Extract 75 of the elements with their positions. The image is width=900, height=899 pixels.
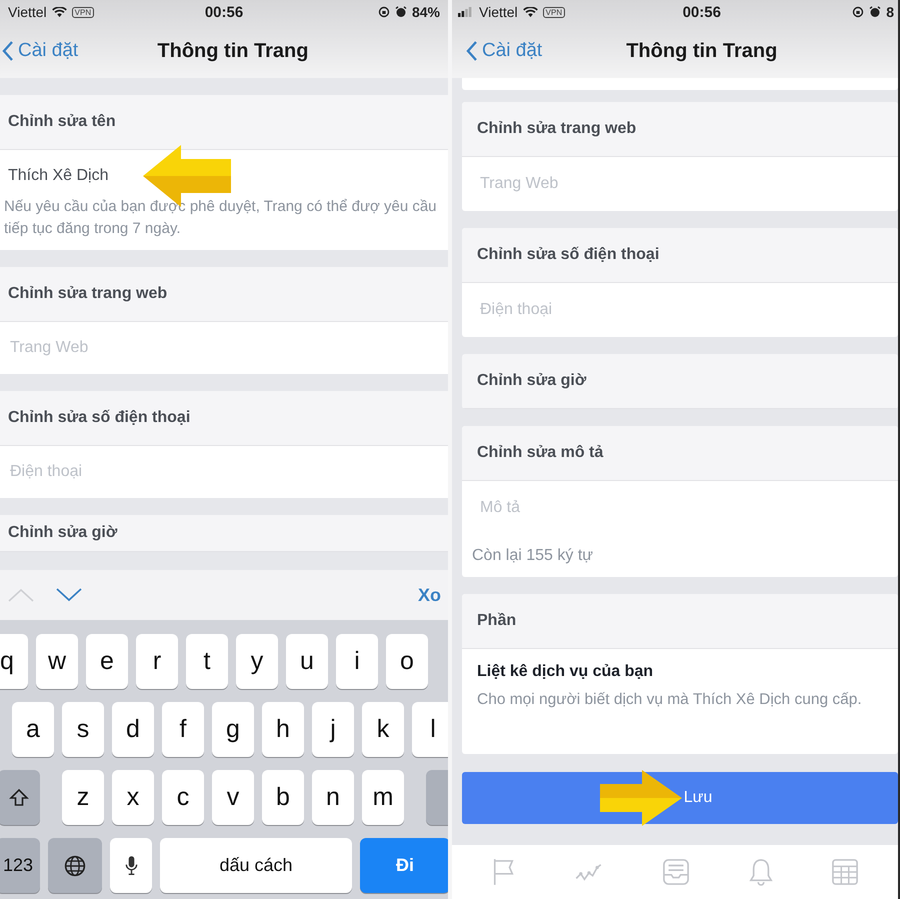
go-key[interactable]: Đi: [360, 838, 448, 893]
help-text: Nếu yêu cầu của bạn được phê duyệt, Trang có thể đượ yêu cầu tiếp tục đăng trong 7 ngày.: [3, 197, 438, 239]
battery-percent: 84%: [412, 4, 440, 20]
shift-icon: [9, 788, 29, 808]
save-button[interactable]: Lưu: [462, 772, 898, 824]
rotation-lock-icon: [852, 6, 864, 18]
signal-icon: [458, 7, 474, 17]
character-counter: Còn lại 155 ký tự: [471, 546, 594, 566]
keyboard-key[interactable]: q: [0, 634, 28, 689]
keyboard-key[interactable]: b: [262, 770, 304, 825]
back-chevron-icon: [2, 41, 14, 61]
services-description: Cho mọi người biết dịch vụ mà Thích Xê Dịch cung cấp.: [477, 690, 863, 710]
alarm-icon: [869, 6, 882, 18]
section-header: Phần: [462, 594, 898, 649]
section-header: Chỉnh sửa giờ: [0, 515, 448, 552]
keyboard-key[interactable]: j: [312, 702, 354, 757]
section-header: Chỉnh sửa số điện thoại: [0, 391, 448, 446]
page-title: Thông tin Trang: [157, 40, 308, 62]
carrier-name: Viettel: [8, 4, 47, 20]
wifi-icon: [52, 6, 67, 18]
shift-key[interactable]: [0, 770, 40, 825]
keyboard-key[interactable]: r: [136, 634, 178, 689]
keyboard-key[interactable]: l: [412, 702, 448, 757]
keyboard-key[interactable]: f: [162, 702, 204, 757]
keyboard-key[interactable]: c: [162, 770, 204, 825]
keyboard-key[interactable]: m: [362, 770, 404, 825]
keyboard-key[interactable]: o: [386, 634, 428, 689]
keyboard-key[interactable]: e: [86, 634, 128, 689]
page-title: Thông tin Trang: [626, 40, 778, 62]
keyboard-key[interactable]: a: [12, 702, 54, 757]
microphone-key[interactable]: [110, 838, 152, 893]
next-icon[interactable]: [56, 588, 82, 602]
keyboard-key[interactable]: n: [312, 770, 354, 825]
vpn-badge: VPN: [72, 6, 94, 18]
section-header: Chỉnh sửa trang web: [0, 267, 448, 322]
section-header: Chỉnh sửa mô tả: [462, 426, 898, 481]
wifi-icon: [522, 6, 538, 18]
section-header: Chỉnh sửa trang web: [462, 102, 898, 157]
battery-percent: 8: [886, 4, 894, 20]
keyboard-key[interactable]: y: [236, 634, 278, 689]
section-header: Chỉnh sửa số điện thoại: [462, 228, 898, 283]
numbers-key[interactable]: 123: [0, 838, 40, 893]
back-chevron-icon: [466, 41, 478, 61]
bell-icon[interactable]: [748, 858, 773, 886]
carrier-name: Viettel: [479, 4, 518, 20]
globe-icon: [64, 854, 86, 876]
keyboard-key[interactable]: d: [112, 702, 154, 757]
keyboard-key[interactable]: z: [62, 770, 104, 825]
calendar-grid-icon[interactable]: [832, 859, 858, 885]
keyboard-key[interactable]: h: [262, 702, 304, 757]
services-title: Liệt kê dịch vụ của bạn: [477, 663, 654, 681]
trend-line-icon[interactable]: [575, 862, 604, 882]
space-key[interactable]: dấu cách: [160, 838, 352, 893]
inbox-icon[interactable]: [662, 859, 689, 885]
section-header: Chỉnh sửa giờ: [462, 354, 898, 409]
alarm-icon: [394, 6, 407, 18]
globe-key[interactable]: [48, 838, 102, 893]
done-button[interactable]: Xo: [418, 584, 448, 606]
flag-icon[interactable]: [492, 858, 516, 886]
keyboard-key[interactable]: x: [112, 770, 154, 825]
status-time: 00:56: [682, 4, 721, 20]
rotation-lock-icon: [378, 6, 390, 18]
keyboard-key[interactable]: t: [186, 634, 228, 689]
keyboard-key[interactable]: v: [212, 770, 254, 825]
previous-icon[interactable]: [8, 588, 34, 602]
section-header: Chỉnh sửa tên: [0, 95, 448, 150]
keyboard-key[interactable]: g: [212, 702, 254, 757]
vpn-badge: VPN: [542, 6, 566, 18]
keyboard-key[interactable]: s: [62, 702, 104, 757]
keyboard-key[interactable]: i: [336, 634, 378, 689]
keyboard-key[interactable]: k: [362, 702, 404, 757]
keyboard-key[interactable]: w: [36, 634, 78, 689]
status-time: 00:56: [204, 4, 244, 20]
microphone-icon: [124, 855, 138, 876]
keyboard-key[interactable]: u: [286, 634, 328, 689]
